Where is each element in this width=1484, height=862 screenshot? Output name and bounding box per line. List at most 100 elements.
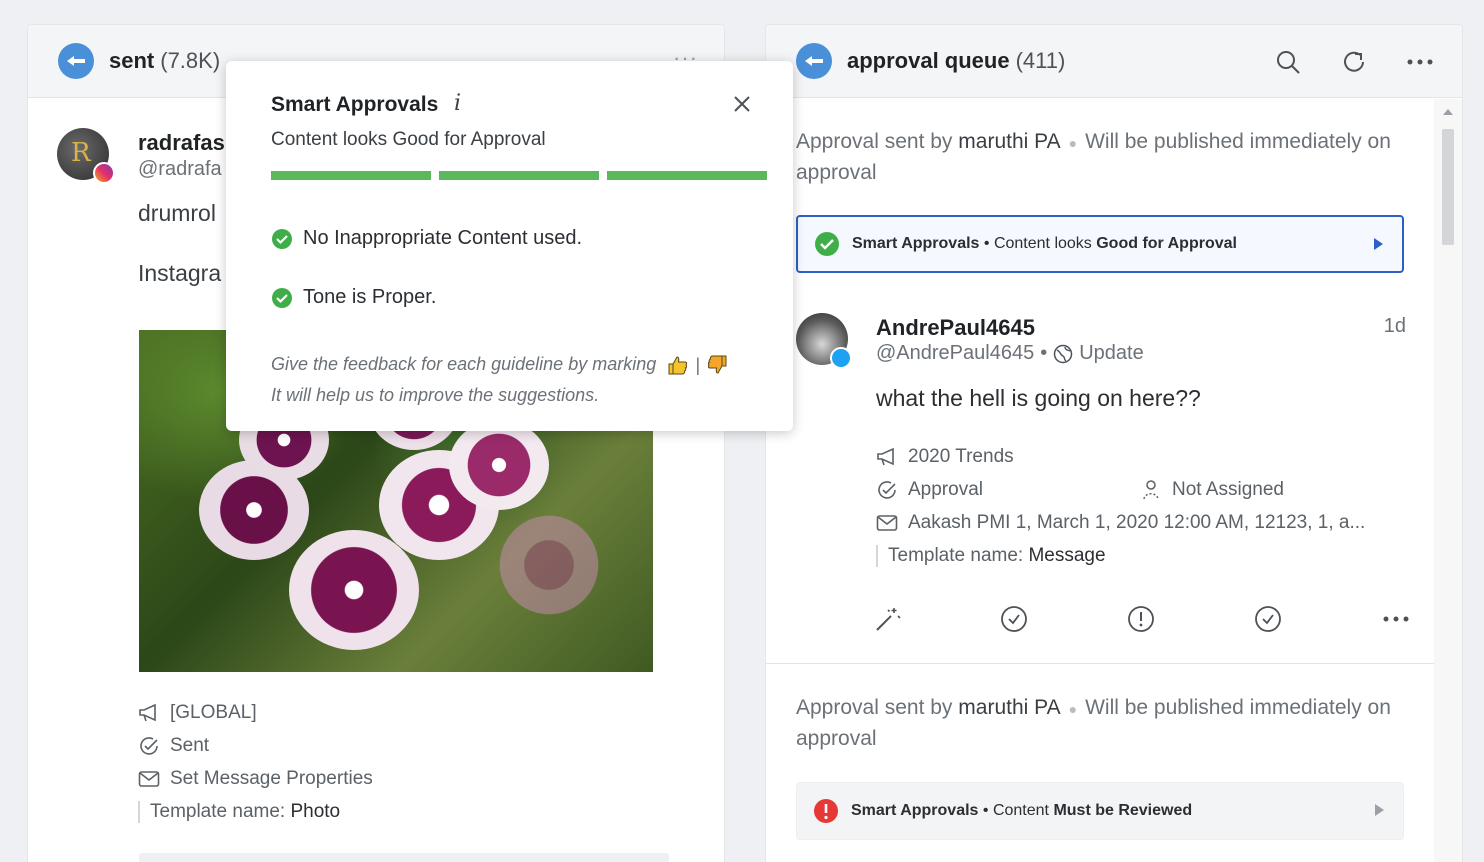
score-bar-segment [439, 171, 599, 180]
approver-name[interactable]: maruthi PA [958, 130, 1060, 153]
channel-logo-icon [58, 43, 94, 79]
template-name: Template name: Message [876, 545, 1106, 567]
status-check-icon [878, 481, 896, 499]
template-value: Message [1028, 545, 1106, 566]
more-options-button[interactable] [1402, 44, 1438, 80]
column-title: approval queue [847, 48, 1010, 73]
avatar[interactable] [796, 313, 852, 369]
close-icon [734, 96, 750, 112]
post-actions [872, 603, 1418, 639]
score-bars [271, 171, 767, 180]
info-icon[interactable]: i [454, 91, 461, 116]
scrollbar-thumb[interactable] [1442, 129, 1454, 245]
more-actions-button[interactable] [1380, 603, 1412, 635]
template-name: Template name: Photo [138, 801, 340, 823]
score-bar-segment [271, 171, 431, 180]
instagram-icon [93, 162, 115, 184]
approve-button[interactable] [998, 603, 1030, 635]
guideline-item: No Inappropriate Content used. [271, 227, 582, 250]
campaign-text[interactable]: 2020 Trends [908, 446, 1014, 468]
scrollbar[interactable] [1434, 99, 1462, 862]
post-text-line: Instagra [138, 260, 222, 286]
column-count: (411) [1015, 48, 1066, 73]
globe-icon [1053, 344, 1073, 363]
refresh-button[interactable] [1336, 44, 1372, 80]
search-icon [1277, 50, 1300, 74]
author-name[interactable]: AndrePaul4645 [876, 315, 1035, 341]
smart-approvals-bar[interactable]: Smart Approvals • Content looks Good for… [796, 215, 1404, 273]
complete-button[interactable] [1252, 603, 1284, 635]
alert-circle-icon [1128, 606, 1154, 632]
popover-title: Smart Approvals [271, 93, 439, 116]
separator-dot: • [1040, 342, 1048, 364]
megaphone-icon [877, 447, 894, 466]
post-message: what the hell is going on here?? [876, 385, 1201, 411]
next-post-edge [139, 853, 669, 862]
feedback-hint: Give the feedback for each guideline by … [271, 349, 728, 410]
smart-approvals-popover: Smart Approvals i Content looks Good for… [226, 61, 793, 431]
scroll-up-icon[interactable] [1443, 109, 1453, 115]
twitter-icon [830, 347, 852, 369]
properties-text: Aakash PMI 1, March 1, 2020 12:00 AM, 12… [908, 512, 1366, 533]
megaphone-icon [139, 703, 156, 722]
envelope-icon [876, 515, 898, 531]
approval-info: Approval sent by maruthi PA ● Will be publ… [796, 696, 1391, 750]
author-handle: @radrafa [138, 158, 222, 180]
status-row: Approval [876, 479, 983, 501]
caret-right-icon [1375, 804, 1384, 816]
more-horizontal-icon [1407, 59, 1433, 64]
status-text: Approval [908, 479, 983, 500]
check-circle-outline-icon [1255, 606, 1281, 632]
column-title: sent [109, 48, 155, 73]
item-divider [766, 663, 1434, 664]
popover-subtitle: Content looks Good for Approval [271, 129, 546, 150]
search-button[interactable] [1270, 44, 1306, 80]
check-circle-outline-icon [1001, 606, 1027, 632]
properties-row: Aakash PMI 1, March 1, 2020 12:00 AM, 12… [876, 512, 1396, 534]
avatar-monogram-icon: R [71, 138, 91, 168]
approval-queue-column: approval queue (411) Approval sent by ma… [765, 24, 1463, 862]
approval-queue-header: approval queue (411) [766, 25, 1462, 98]
message-type: Update [1079, 342, 1144, 364]
campaign-row: [GLOBAL] [138, 702, 257, 724]
caret-right-icon [1374, 238, 1383, 250]
template-value: Photo [290, 801, 341, 822]
check-circle-icon [272, 287, 292, 308]
author-handle: @AndrePaul4645 [876, 342, 1035, 364]
status-row: Sent [138, 735, 209, 757]
properties-text: Set Message Properties [170, 768, 373, 789]
check-circle-icon [815, 232, 839, 256]
approval-info: Approval sent by maruthi PA ● Will be publ… [796, 130, 1391, 184]
post-time: 1d [1383, 315, 1406, 337]
status-text: Sent [170, 735, 210, 756]
avatar[interactable]: R [57, 128, 115, 184]
suggest-button[interactable] [872, 603, 904, 635]
author-handle-row: @AndrePaul4645 • Update [876, 342, 1144, 365]
properties-row: Set Message Properties [138, 768, 373, 790]
magic-wand-icon [876, 608, 901, 631]
refresh-icon [1344, 51, 1364, 72]
flag-button[interactable] [1125, 603, 1157, 635]
smart-approvals-bar[interactable]: Smart Approvals • Content Must be Review… [796, 782, 1404, 840]
separator-dot-icon: ● [1068, 135, 1078, 151]
assignee-row[interactable]: Not Assigned [1142, 479, 1284, 501]
guideline-item: Tone is Proper. [271, 286, 436, 309]
check-circle-icon [272, 228, 292, 249]
channel-logo-icon [796, 43, 832, 79]
campaign-row: 2020 Trends [876, 446, 1014, 468]
approver-name[interactable]: maruthi PA [958, 696, 1060, 719]
assignee-icon [1143, 480, 1159, 500]
envelope-icon [138, 771, 160, 787]
thumbs-down-icon[interactable] [706, 354, 728, 376]
separator-dot-icon: ● [1068, 701, 1078, 717]
author-name[interactable]: radrafas [138, 130, 225, 156]
score-bar-segment [607, 171, 767, 180]
column-count: (7.8K) [160, 48, 221, 73]
more-horizontal-icon [1383, 616, 1409, 622]
close-button[interactable] [729, 91, 755, 117]
campaign-text: [GLOBAL] [170, 702, 257, 723]
alert-filled-icon [814, 799, 838, 823]
status-check-icon [140, 737, 158, 755]
assignee-text: Not Assigned [1172, 479, 1284, 500]
thumbs-up-icon[interactable] [667, 354, 689, 376]
